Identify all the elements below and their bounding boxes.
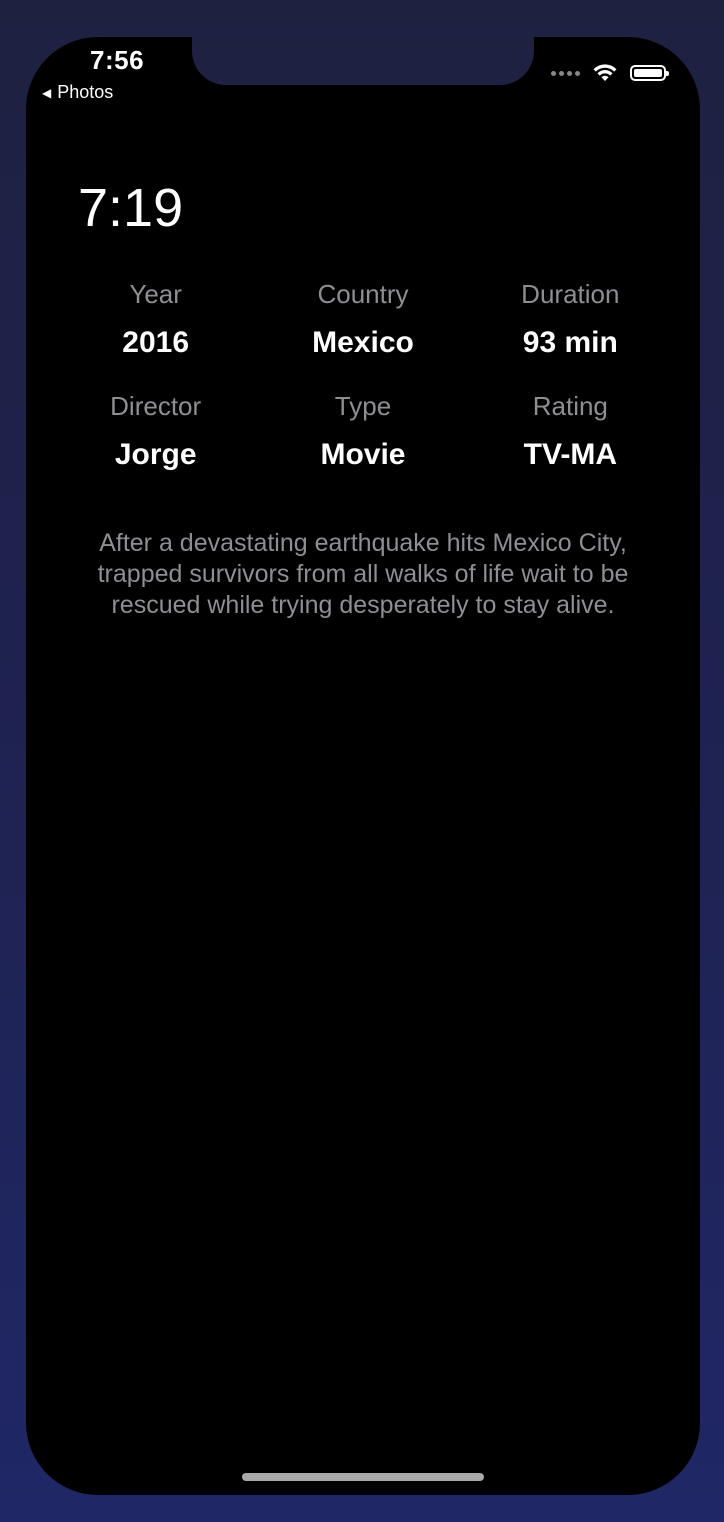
detail-value: Mexico (312, 326, 414, 359)
detail-label: Rating (532, 391, 608, 421)
detail-value: TV-MA (523, 438, 617, 471)
cellular-signal-icon (551, 70, 580, 76)
detail-label: Year (129, 279, 182, 309)
detail-country: Country Mexico (259, 277, 466, 363)
back-label: Photos (57, 82, 114, 102)
battery-icon (630, 65, 669, 81)
status-icons (551, 63, 669, 83)
detail-value: Jorge (114, 438, 197, 471)
back-arrow-icon: ◀ (42, 85, 52, 100)
detail-label: Type (334, 391, 392, 421)
detail-label: Duration (521, 279, 620, 309)
status-time: 7:56 (90, 45, 145, 75)
detail-label: Country (317, 279, 409, 309)
description-text: After a devastating earthquake hits Mexi… (97, 529, 629, 619)
detail-value: 2016 (122, 326, 190, 359)
page-title: 7:19 (78, 178, 184, 238)
detail-director: Director Jorge (52, 389, 259, 475)
detail-year: Year 2016 (52, 277, 259, 363)
detail-type: Type Movie (259, 389, 466, 475)
detail-value: 93 min (522, 326, 618, 359)
notch (192, 37, 534, 85)
wifi-icon (593, 64, 617, 81)
details-grid: Year 2016 Country Mexico Duration 93 min… (52, 277, 674, 475)
home-indicator[interactable] (242, 1473, 484, 1481)
detail-duration: Duration 93 min (467, 277, 674, 363)
detail-label: Director (110, 391, 202, 421)
back-to-photos-button[interactable]: ◀ Photos (42, 82, 113, 103)
phone-screen: 7:56 ◀ Photos 7:19 Year 2016 Country Mex… (26, 37, 700, 1495)
detail-rating: Rating TV-MA (467, 389, 674, 475)
detail-value: Movie (320, 438, 406, 471)
